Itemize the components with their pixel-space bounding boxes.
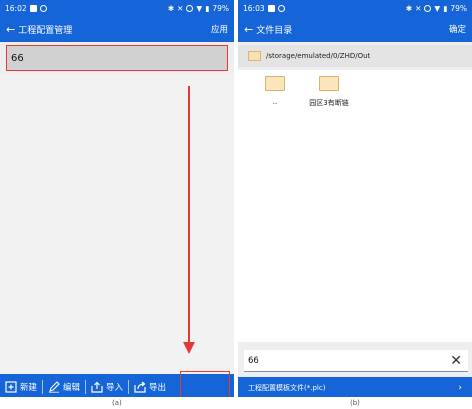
file-grid: .. 园区3有断链 xyxy=(238,70,472,342)
export-button-label: 导出 xyxy=(149,383,167,393)
edit-button[interactable]: 编辑 xyxy=(43,374,85,397)
status-time: 16:03 xyxy=(243,3,265,13)
bottom-toolbar: 新建 编辑 导入 导出 xyxy=(0,374,234,397)
bluetooth-icon: ✱ xyxy=(167,3,175,13)
mute-icon: ✕ xyxy=(415,3,422,13)
file-type-selector[interactable]: 工程配置模板文件(*.plc) › xyxy=(238,377,472,397)
clear-icon[interactable]: ✕ xyxy=(450,354,462,368)
folder-icon xyxy=(319,76,339,91)
export-button[interactable]: 导出 xyxy=(129,374,171,397)
folder-item-parent[interactable]: .. xyxy=(250,76,300,106)
sync-icon xyxy=(277,4,285,12)
wifi-icon: ▼ xyxy=(434,3,441,13)
caption-b: (b) xyxy=(350,399,360,407)
filename-input[interactable]: 66 ✕ xyxy=(244,350,468,372)
notification-icon xyxy=(29,4,37,12)
path-bar[interactable]: /storage/emulated/0/ZHD/Out xyxy=(238,45,472,67)
sync-icon xyxy=(39,4,47,12)
new-button-label: 新建 xyxy=(20,383,38,393)
caption-a: (a) xyxy=(112,399,122,407)
battery-icon: ▮ xyxy=(443,3,448,13)
folder-item[interactable]: 园区3有断链 xyxy=(304,76,354,108)
status-bar: 16:02 ✱ ✕ ▼ ▮ 79% xyxy=(0,0,234,16)
current-path: /storage/emulated/0/ZHD/Out xyxy=(266,52,371,60)
edit-button-label: 编辑 xyxy=(63,383,81,393)
app-bar: ← 工程配置管理 应用 xyxy=(0,16,234,42)
chevron-right-icon: › xyxy=(458,383,462,393)
apply-button[interactable]: 应用 xyxy=(211,23,228,35)
status-bar: 16:03 ✱ ✕ ▼ ▮ 79% xyxy=(238,0,472,16)
battery-level: 79% xyxy=(212,3,229,13)
confirm-button[interactable]: 确定 xyxy=(449,23,466,35)
export-icon xyxy=(134,381,146,393)
filename-value: 66 xyxy=(248,355,259,366)
config-list xyxy=(0,74,234,374)
right-screen: 16:03 ✱ ✕ ▼ ▮ 79% ← 文件目录 确定 /storage/emu… xyxy=(238,0,472,397)
notification-icon xyxy=(267,4,275,12)
wifi-icon: ▼ xyxy=(196,3,203,13)
import-button[interactable]: 导入 xyxy=(86,374,128,397)
page-title: 文件目录 xyxy=(256,25,293,36)
status-time: 16:02 xyxy=(5,3,27,13)
dnd-icon xyxy=(424,4,432,12)
mute-icon: ✕ xyxy=(177,3,184,13)
config-list-item[interactable]: 66 xyxy=(6,45,228,71)
folder-name: .. xyxy=(272,98,278,106)
annotation-arrow-line xyxy=(188,86,190,344)
folder-icon xyxy=(265,76,285,91)
folder-icon xyxy=(248,51,261,61)
plus-box-icon xyxy=(5,381,17,393)
pencil-icon xyxy=(49,381,60,393)
import-button-label: 导入 xyxy=(106,383,124,393)
battery-level: 79% xyxy=(450,3,467,13)
back-arrow-icon[interactable]: ← xyxy=(6,24,15,35)
import-icon xyxy=(91,381,103,393)
config-item-label: 66 xyxy=(11,52,24,64)
app-bar: ← 文件目录 确定 xyxy=(238,16,472,42)
page-title: 工程配置管理 xyxy=(18,25,73,36)
file-type-label: 工程配置模板文件(*.plc) xyxy=(248,384,326,392)
new-button[interactable]: 新建 xyxy=(0,374,42,397)
back-arrow-icon[interactable]: ← xyxy=(244,24,253,35)
folder-name: 园区3有断链 xyxy=(309,99,349,107)
battery-icon: ▮ xyxy=(205,3,210,13)
bluetooth-icon: ✱ xyxy=(405,3,413,13)
dnd-icon xyxy=(186,4,194,12)
annotation-arrow-head xyxy=(183,342,195,354)
left-screen: 16:02 ✱ ✕ ▼ ▮ 79% ← 工程配置管理 应用 66 新建 编辑 导… xyxy=(0,0,234,397)
